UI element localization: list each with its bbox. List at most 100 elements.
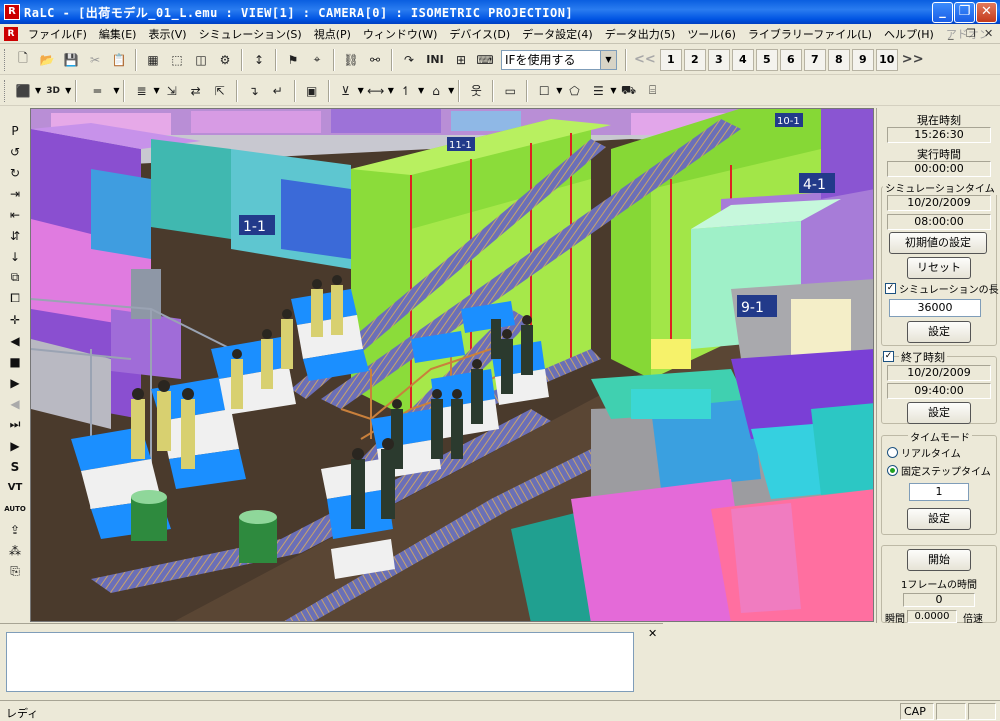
menu-data-settings[interactable]: データ設定(4) (516, 26, 599, 42)
if-select[interactable]: IFを使用する ▼ (501, 49, 617, 70)
divert-icon[interactable]: ↵ (267, 80, 289, 102)
app-icon[interactable]: R (4, 4, 20, 20)
shelf-icon[interactable]: ☰ (587, 80, 609, 102)
mdi-minimize-icon[interactable]: _ (948, 27, 954, 40)
transfer-icon[interactable]: ⇄ (185, 80, 207, 102)
rotate-cw-icon[interactable]: ↻ (4, 162, 26, 183)
view-button-7[interactable]: 7 (803, 48, 826, 71)
menu-view[interactable]: 表示(V) (142, 26, 192, 42)
toolbar-grip[interactable] (4, 48, 7, 71)
grid-icon[interactable]: ▦ (142, 49, 164, 71)
vertical-align-icon[interactable]: ⇵ (4, 225, 26, 246)
end-time-checkbox[interactable]: ✓ (883, 351, 894, 362)
stack-icon[interactable]: ≣ (130, 80, 152, 102)
copy-icon[interactable]: ⎘ (4, 561, 26, 582)
chevron-down-icon[interactable]: ▼ (610, 86, 616, 95)
move-cross-icon[interactable]: ✛ (4, 309, 26, 330)
start-button[interactable]: 開始 (907, 549, 971, 571)
step-back-icon[interactable]: ◀ (4, 330, 26, 351)
fixed-step-radio[interactable] (887, 465, 898, 476)
bunch-icon[interactable]: ⁂ (4, 540, 26, 561)
crane-icon[interactable]: ⌂ (425, 80, 447, 102)
menu-help[interactable]: ヘルプ(H) (878, 26, 940, 42)
hook-icon[interactable]: ↿ (395, 80, 417, 102)
unlink-icon[interactable]: ⚯ (364, 49, 386, 71)
menu-file[interactable]: ファイル(F) (22, 26, 93, 42)
select-box-icon[interactable]: ⬚ (166, 49, 188, 71)
view-button-9[interactable]: 9 (851, 48, 874, 71)
pentagon-icon[interactable]: ⬠ (563, 80, 585, 102)
prev-view-button[interactable]: << (634, 52, 656, 67)
view-button-6[interactable]: 6 (779, 48, 802, 71)
rewind-icon[interactable]: ◀ (4, 393, 26, 414)
arrow-line-icon[interactable]: ⟷ (365, 80, 387, 102)
building-icon[interactable]: ⌸ (642, 80, 664, 102)
ini-button[interactable]: INI (422, 49, 448, 71)
open-folder-icon[interactable]: 📂 (36, 49, 58, 71)
chevron-down-icon[interactable]: ▼ (113, 86, 119, 95)
box-icon[interactable]: ☐ (533, 80, 555, 102)
mdi-close-icon[interactable]: ✕ (984, 27, 993, 40)
chevron-down-icon[interactable]: ▼ (65, 86, 71, 95)
step-forward-icon[interactable]: ▶ (4, 435, 26, 456)
path-icon[interactable]: P (4, 120, 26, 141)
chevron-down-icon[interactable]: ▼ (600, 50, 616, 69)
chevron-down-icon[interactable]: ▼ (556, 86, 562, 95)
view-button-8[interactable]: 8 (827, 48, 850, 71)
link-icon[interactable]: ⛓ (340, 49, 362, 71)
title-bar[interactable]: R RaLC - [出荷モデル_01_L.emu : VIEW[1] : CAM… (0, 0, 1000, 24)
transfer-out-icon[interactable]: ⇱ (209, 80, 231, 102)
view-button-1[interactable]: 1 (659, 48, 682, 71)
chevron-down-icon[interactable]: ▼ (418, 86, 424, 95)
view-button-2[interactable]: 2 (683, 48, 706, 71)
menu-tools[interactable]: ツール(6) (681, 26, 742, 42)
menu-simulation[interactable]: シミュレーション(S) (193, 26, 308, 42)
curve-icon[interactable]: ↷ (398, 49, 420, 71)
s-mode-icon[interactable]: S (4, 456, 26, 477)
menu-library-file[interactable]: ライブラリーファイル(L) (742, 26, 878, 42)
toolbar-grip[interactable] (4, 79, 7, 102)
mdi-restore-icon[interactable]: ❐ (966, 27, 976, 40)
output-textarea[interactable] (6, 632, 634, 692)
view-button-5[interactable]: 5 (755, 48, 778, 71)
menu-edit[interactable]: 編集(E) (93, 26, 143, 42)
set-time-mode-button[interactable]: 設定 (907, 508, 971, 530)
down-icon[interactable]: ↓ (4, 246, 26, 267)
reset-button[interactable]: リセット (907, 257, 971, 279)
frame-icon[interactable]: ◫ (190, 49, 212, 71)
chevron-down-icon[interactable]: ▼ (448, 86, 454, 95)
stop-icon[interactable]: ■ (4, 351, 26, 372)
minimize-button[interactable]: _ (932, 2, 953, 23)
view-button-4[interactable]: 4 (731, 48, 754, 71)
play-icon[interactable]: ▶ (4, 372, 26, 393)
machine-icon[interactable]: ▣ (301, 80, 323, 102)
menu-viewpoint[interactable]: 視点(P) (308, 26, 357, 42)
paste-icon[interactable]: 📋 (108, 49, 130, 71)
vt-mode-icon[interactable]: VT (4, 477, 26, 498)
transfer-in-icon[interactable]: ⇲ (161, 80, 183, 102)
pick-icon[interactable]: ⌖ (306, 49, 328, 71)
next-view-button[interactable]: >> (902, 52, 924, 67)
close-icon[interactable]: ✕ (648, 627, 657, 640)
realtime-radio[interactable] (887, 447, 898, 458)
maximize-button[interactable]: ❐ (954, 2, 975, 23)
auto-icon[interactable]: AUTO (4, 498, 26, 519)
rotate-ccw-icon[interactable]: ↺ (4, 141, 26, 162)
fixed-step-input[interactable]: 1 (909, 483, 969, 501)
chevron-down-icon[interactable]: ▼ (358, 86, 364, 95)
cube-icon[interactable]: ⬛ (12, 80, 34, 102)
layout-icon[interactable]: ⊞ (450, 49, 472, 71)
box-out-icon[interactable]: ⧠ (4, 288, 26, 309)
lift-up-icon[interactable]: ⇪ (4, 519, 26, 540)
init-values-button[interactable]: 初期値の設定 (889, 232, 987, 254)
3d-viewport[interactable]: 1-1 4-1 9-1 10-1 11-1 (30, 108, 874, 622)
chevron-down-icon[interactable]: ▼ (153, 86, 159, 95)
chevron-down-icon[interactable]: ▼ (388, 86, 394, 95)
keyboard-icon[interactable]: ⌨ (474, 49, 496, 71)
set-end-time-button[interactable]: 設定 (907, 402, 971, 424)
flag-icon[interactable]: ⚑ (282, 49, 304, 71)
move-right-icon[interactable]: ⇥ (4, 183, 26, 204)
step-icon[interactable]: ⏭ (4, 414, 26, 435)
new-file-icon[interactable]: 🗋 (12, 49, 34, 71)
view-button-10[interactable]: 10 (875, 48, 898, 71)
